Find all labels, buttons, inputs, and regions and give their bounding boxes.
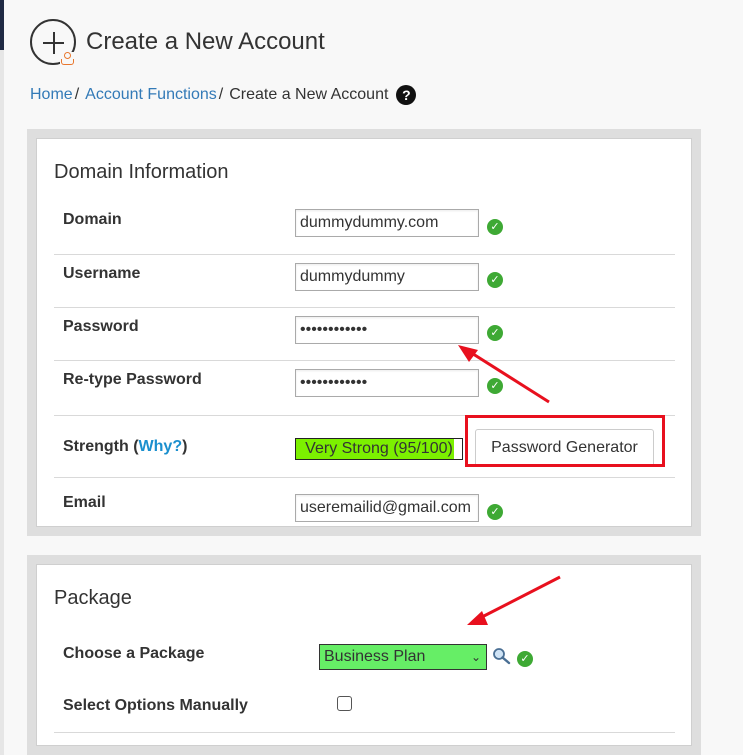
- user-icon: [60, 52, 76, 66]
- choose-package-label: Choose a Package: [63, 645, 205, 662]
- breadcrumb: Home / Account Functions / Create a New …: [30, 85, 417, 105]
- page-title: Create a New Account: [86, 28, 325, 55]
- select-options-manually-label: Select Options Manually: [63, 697, 248, 714]
- breadcrumb-account-functions-link[interactable]: Account Functions: [85, 86, 217, 104]
- domain-input[interactable]: dummydummy.com: [295, 209, 479, 237]
- email-input[interactable]: useremailid@gmail.com: [295, 494, 479, 522]
- breadcrumb-separator: /: [218, 86, 224, 103]
- chevron-down-icon: ⌄: [470, 650, 481, 664]
- email-label: Email: [63, 494, 106, 511]
- select-options-manually-row: Select Options Manually: [54, 680, 675, 733]
- magnify-icon[interactable]: [492, 647, 512, 665]
- strength-label: Strength (Why?): [63, 438, 188, 455]
- sidebar-top-block: [0, 0, 4, 50]
- breadcrumb-home-link[interactable]: Home: [30, 86, 73, 104]
- package-body: Package Choose a Package Business Plan ⌄…: [36, 564, 692, 746]
- password-strength-meter: Very Strong (95/100): [295, 438, 463, 460]
- domain-row: Domain dummydummy.com ✓: [54, 201, 675, 255]
- package-panel: Package Choose a Package Business Plan ⌄…: [27, 555, 701, 755]
- choose-package-row: Choose a Package Business Plan ⌄ ✓: [54, 565, 675, 680]
- package-valid-check-icon: ✓: [517, 651, 533, 667]
- domain-valid-check-icon: ✓: [487, 219, 503, 235]
- username-input[interactable]: dummydummy: [295, 263, 479, 291]
- breadcrumb-separator: /: [74, 86, 80, 103]
- breadcrumb-current: Create a New Account: [229, 86, 389, 103]
- retype-password-valid-check-icon: ✓: [487, 378, 503, 394]
- help-icon[interactable]: ?: [396, 85, 417, 105]
- strength-why-link[interactable]: Why?: [139, 438, 183, 455]
- package-select-value: Business Plan: [324, 648, 426, 665]
- retype-password-label: Re-type Password: [63, 371, 202, 388]
- domain-information-panel: Domain Information Domain dummydummy.com…: [27, 129, 701, 536]
- domain-label: Domain: [63, 211, 122, 228]
- retype-password-input[interactable]: ••••••••••••: [295, 369, 479, 397]
- page-header: Create a New Account: [30, 18, 325, 66]
- domain-information-title: Domain Information: [54, 161, 229, 183]
- email-valid-check-icon: ✓: [487, 504, 503, 520]
- email-row: Email useremailid@gmail.com ✓: [54, 478, 675, 534]
- left-sidebar-edge: [0, 0, 4, 755]
- username-valid-check-icon: ✓: [487, 272, 503, 288]
- password-label: Password: [63, 318, 139, 335]
- add-account-icon: [30, 19, 76, 66]
- password-input[interactable]: ••••••••••••: [295, 316, 479, 344]
- password-valid-check-icon: ✓: [487, 325, 503, 341]
- select-options-manually-checkbox[interactable]: [337, 696, 352, 711]
- retype-password-row: Re-type Password •••••••••••• ✓: [54, 361, 675, 416]
- domain-information-body: Domain Information Domain dummydummy.com…: [36, 138, 692, 527]
- username-label: Username: [63, 265, 141, 282]
- annotation-highlight-box: [465, 415, 665, 467]
- strength-meter-text: Very Strong (95/100): [305, 440, 453, 457]
- username-row: Username dummydummy ✓: [54, 255, 675, 308]
- package-select[interactable]: Business Plan ⌄: [319, 644, 487, 670]
- password-row: Password •••••••••••• ✓: [54, 308, 675, 361]
